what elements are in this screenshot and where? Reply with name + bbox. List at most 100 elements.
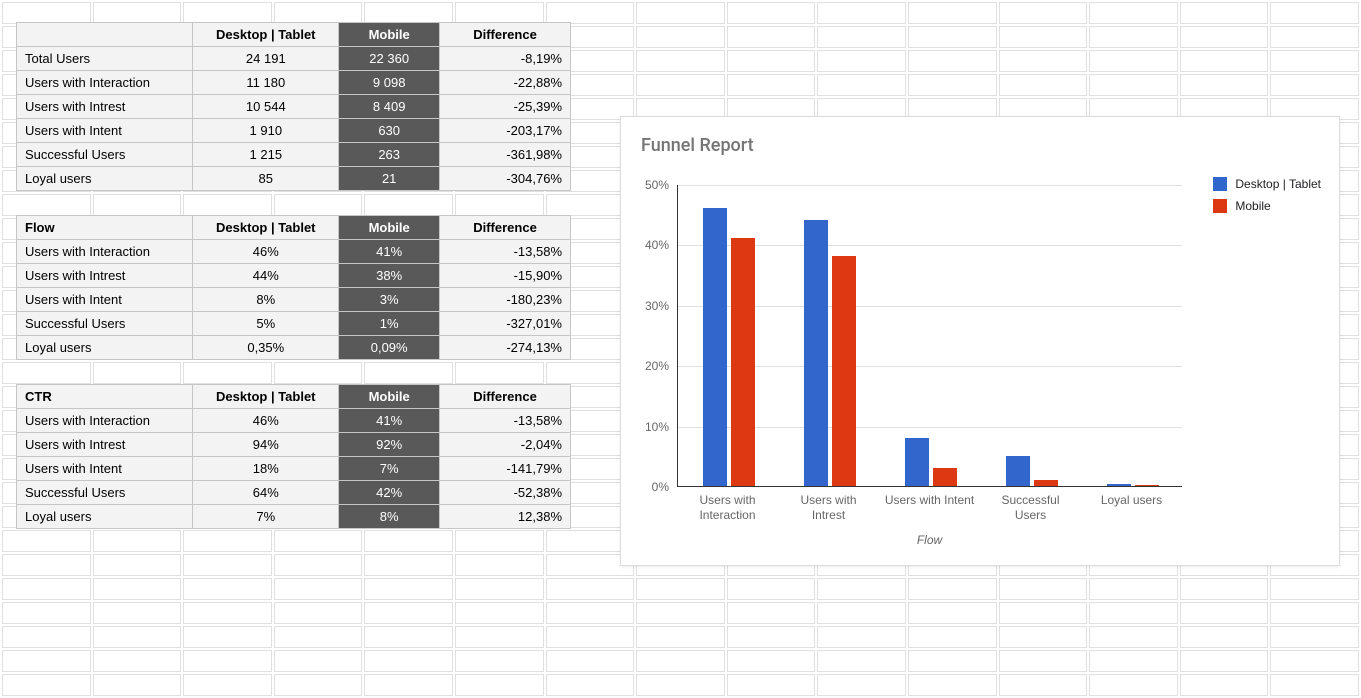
- table-row[interactable]: Users with Interaction 11 180 9 098 -22,…: [17, 71, 571, 95]
- cell-desktop[interactable]: 1 910: [193, 119, 339, 143]
- col-desktop[interactable]: Desktop | Tablet: [193, 385, 339, 409]
- cell-difference[interactable]: -304,76%: [440, 167, 571, 191]
- chart-bar[interactable]: [731, 238, 755, 486]
- cell-difference[interactable]: -2,04%: [440, 433, 571, 457]
- cell-difference[interactable]: 12,38%: [440, 505, 571, 529]
- cell-difference[interactable]: -180,23%: [440, 288, 571, 312]
- cell-desktop[interactable]: 0,35%: [193, 336, 339, 360]
- cell-mobile[interactable]: 0,09%: [339, 336, 440, 360]
- cell-difference[interactable]: -361,98%: [440, 143, 571, 167]
- table-absolute[interactable]: Desktop | Tablet Mobile Difference Total…: [16, 22, 571, 191]
- cell-mobile[interactable]: 263: [339, 143, 440, 167]
- legend-mobile[interactable]: Mobile: [1213, 199, 1321, 213]
- row-label[interactable]: Users with Intrest: [17, 433, 193, 457]
- table-ctr-title[interactable]: CTR: [17, 385, 193, 409]
- cell-difference[interactable]: -52,38%: [440, 481, 571, 505]
- cell-mobile[interactable]: 3%: [339, 288, 440, 312]
- cell-desktop[interactable]: 18%: [193, 457, 339, 481]
- cell-desktop[interactable]: 46%: [193, 240, 339, 264]
- col-difference[interactable]: Difference: [440, 385, 571, 409]
- cell-mobile[interactable]: 1%: [339, 312, 440, 336]
- chart-bar[interactable]: [804, 220, 828, 486]
- table-row[interactable]: Users with Intent 8% 3% -180,23%: [17, 288, 571, 312]
- row-label[interactable]: Users with Interaction: [17, 240, 193, 264]
- cell-desktop[interactable]: 5%: [193, 312, 339, 336]
- row-label[interactable]: Loyal users: [17, 167, 193, 191]
- table-row[interactable]: Loyal users 0,35% 0,09% -274,13%: [17, 336, 571, 360]
- cell-mobile[interactable]: 21: [339, 167, 440, 191]
- row-label[interactable]: Users with Intent: [17, 457, 193, 481]
- row-label[interactable]: Users with Intrest: [17, 264, 193, 288]
- cell-desktop[interactable]: 64%: [193, 481, 339, 505]
- cell-mobile[interactable]: 41%: [339, 240, 440, 264]
- col-mobile[interactable]: Mobile: [339, 385, 440, 409]
- col-difference[interactable]: Difference: [440, 23, 571, 47]
- table-flow[interactable]: Flow Desktop | Tablet Mobile Difference …: [16, 215, 571, 360]
- cell-mobile[interactable]: 38%: [339, 264, 440, 288]
- cell-desktop[interactable]: 46%: [193, 409, 339, 433]
- cell-mobile[interactable]: 8 409: [339, 95, 440, 119]
- chart-bar[interactable]: [1006, 456, 1030, 486]
- col-desktop[interactable]: Desktop | Tablet: [193, 216, 339, 240]
- chart-bar[interactable]: [832, 256, 856, 486]
- table-flow-title[interactable]: Flow: [17, 216, 193, 240]
- row-label[interactable]: Loyal users: [17, 336, 193, 360]
- cell-mobile[interactable]: 22 360: [339, 47, 440, 71]
- cell-mobile[interactable]: 41%: [339, 409, 440, 433]
- row-label[interactable]: Users with Interaction: [17, 71, 193, 95]
- cell-difference[interactable]: -15,90%: [440, 264, 571, 288]
- cell-difference[interactable]: -8,19%: [440, 47, 571, 71]
- chart-bar[interactable]: [1135, 485, 1159, 486]
- cell-desktop[interactable]: 1 215: [193, 143, 339, 167]
- row-label[interactable]: Successful Users: [17, 312, 193, 336]
- chart-bar[interactable]: [1107, 484, 1131, 486]
- cell-desktop[interactable]: 10 544: [193, 95, 339, 119]
- table-row[interactable]: Successful Users 64% 42% -52,38%: [17, 481, 571, 505]
- cell-mobile[interactable]: 42%: [339, 481, 440, 505]
- table-row[interactable]: Users with Interaction 46% 41% -13,58%: [17, 240, 571, 264]
- table-row[interactable]: Successful Users 5% 1% -327,01%: [17, 312, 571, 336]
- cell-difference[interactable]: -274,13%: [440, 336, 571, 360]
- table-row[interactable]: Users with Intrest 10 544 8 409 -25,39%: [17, 95, 571, 119]
- cell-desktop[interactable]: 85: [193, 167, 339, 191]
- cell-desktop[interactable]: 24 191: [193, 47, 339, 71]
- cell-mobile[interactable]: 8%: [339, 505, 440, 529]
- chart-bar[interactable]: [1034, 480, 1058, 486]
- table-row[interactable]: Users with Intent 1 910 630 -203,17%: [17, 119, 571, 143]
- row-label[interactable]: Loyal users: [17, 505, 193, 529]
- table-row[interactable]: Users with Intrest 44% 38% -15,90%: [17, 264, 571, 288]
- chart-bar[interactable]: [905, 438, 929, 486]
- cell-mobile[interactable]: 7%: [339, 457, 440, 481]
- col-mobile[interactable]: Mobile: [339, 23, 440, 47]
- row-label[interactable]: Users with Intrest: [17, 95, 193, 119]
- chart-bar[interactable]: [933, 468, 957, 486]
- cell-desktop[interactable]: 94%: [193, 433, 339, 457]
- cell-difference[interactable]: -22,88%: [440, 71, 571, 95]
- cell-desktop[interactable]: 8%: [193, 288, 339, 312]
- cell-mobile[interactable]: 9 098: [339, 71, 440, 95]
- cell-difference[interactable]: -13,58%: [440, 240, 571, 264]
- cell-mobile[interactable]: 92%: [339, 433, 440, 457]
- row-label[interactable]: Users with Intent: [17, 119, 193, 143]
- cell-desktop[interactable]: 11 180: [193, 71, 339, 95]
- row-label[interactable]: Users with Interaction: [17, 409, 193, 433]
- row-label[interactable]: Users with Intent: [17, 288, 193, 312]
- cell-difference[interactable]: -327,01%: [440, 312, 571, 336]
- row-label[interactable]: Successful Users: [17, 481, 193, 505]
- row-label[interactable]: Total Users: [17, 47, 193, 71]
- col-mobile[interactable]: Mobile: [339, 216, 440, 240]
- table-row[interactable]: Total Users 24 191 22 360 -8,19%: [17, 47, 571, 71]
- col-difference[interactable]: Difference: [440, 216, 571, 240]
- cell-difference[interactable]: -13,58%: [440, 409, 571, 433]
- table-row[interactable]: Successful Users 1 215 263 -361,98%: [17, 143, 571, 167]
- table-ctr[interactable]: CTR Desktop | Tablet Mobile Difference U…: [16, 384, 571, 529]
- table-row[interactable]: Users with Intent 18% 7% -141,79%: [17, 457, 571, 481]
- cell-mobile[interactable]: 630: [339, 119, 440, 143]
- table-row[interactable]: Loyal users 85 21 -304,76%: [17, 167, 571, 191]
- cell-difference[interactable]: -25,39%: [440, 95, 571, 119]
- cell-difference[interactable]: -203,17%: [440, 119, 571, 143]
- table-row[interactable]: Loyal users 7% 8% 12,38%: [17, 505, 571, 529]
- chart-bar[interactable]: [703, 208, 727, 486]
- cell-desktop[interactable]: 44%: [193, 264, 339, 288]
- col-desktop[interactable]: Desktop | Tablet: [193, 23, 339, 47]
